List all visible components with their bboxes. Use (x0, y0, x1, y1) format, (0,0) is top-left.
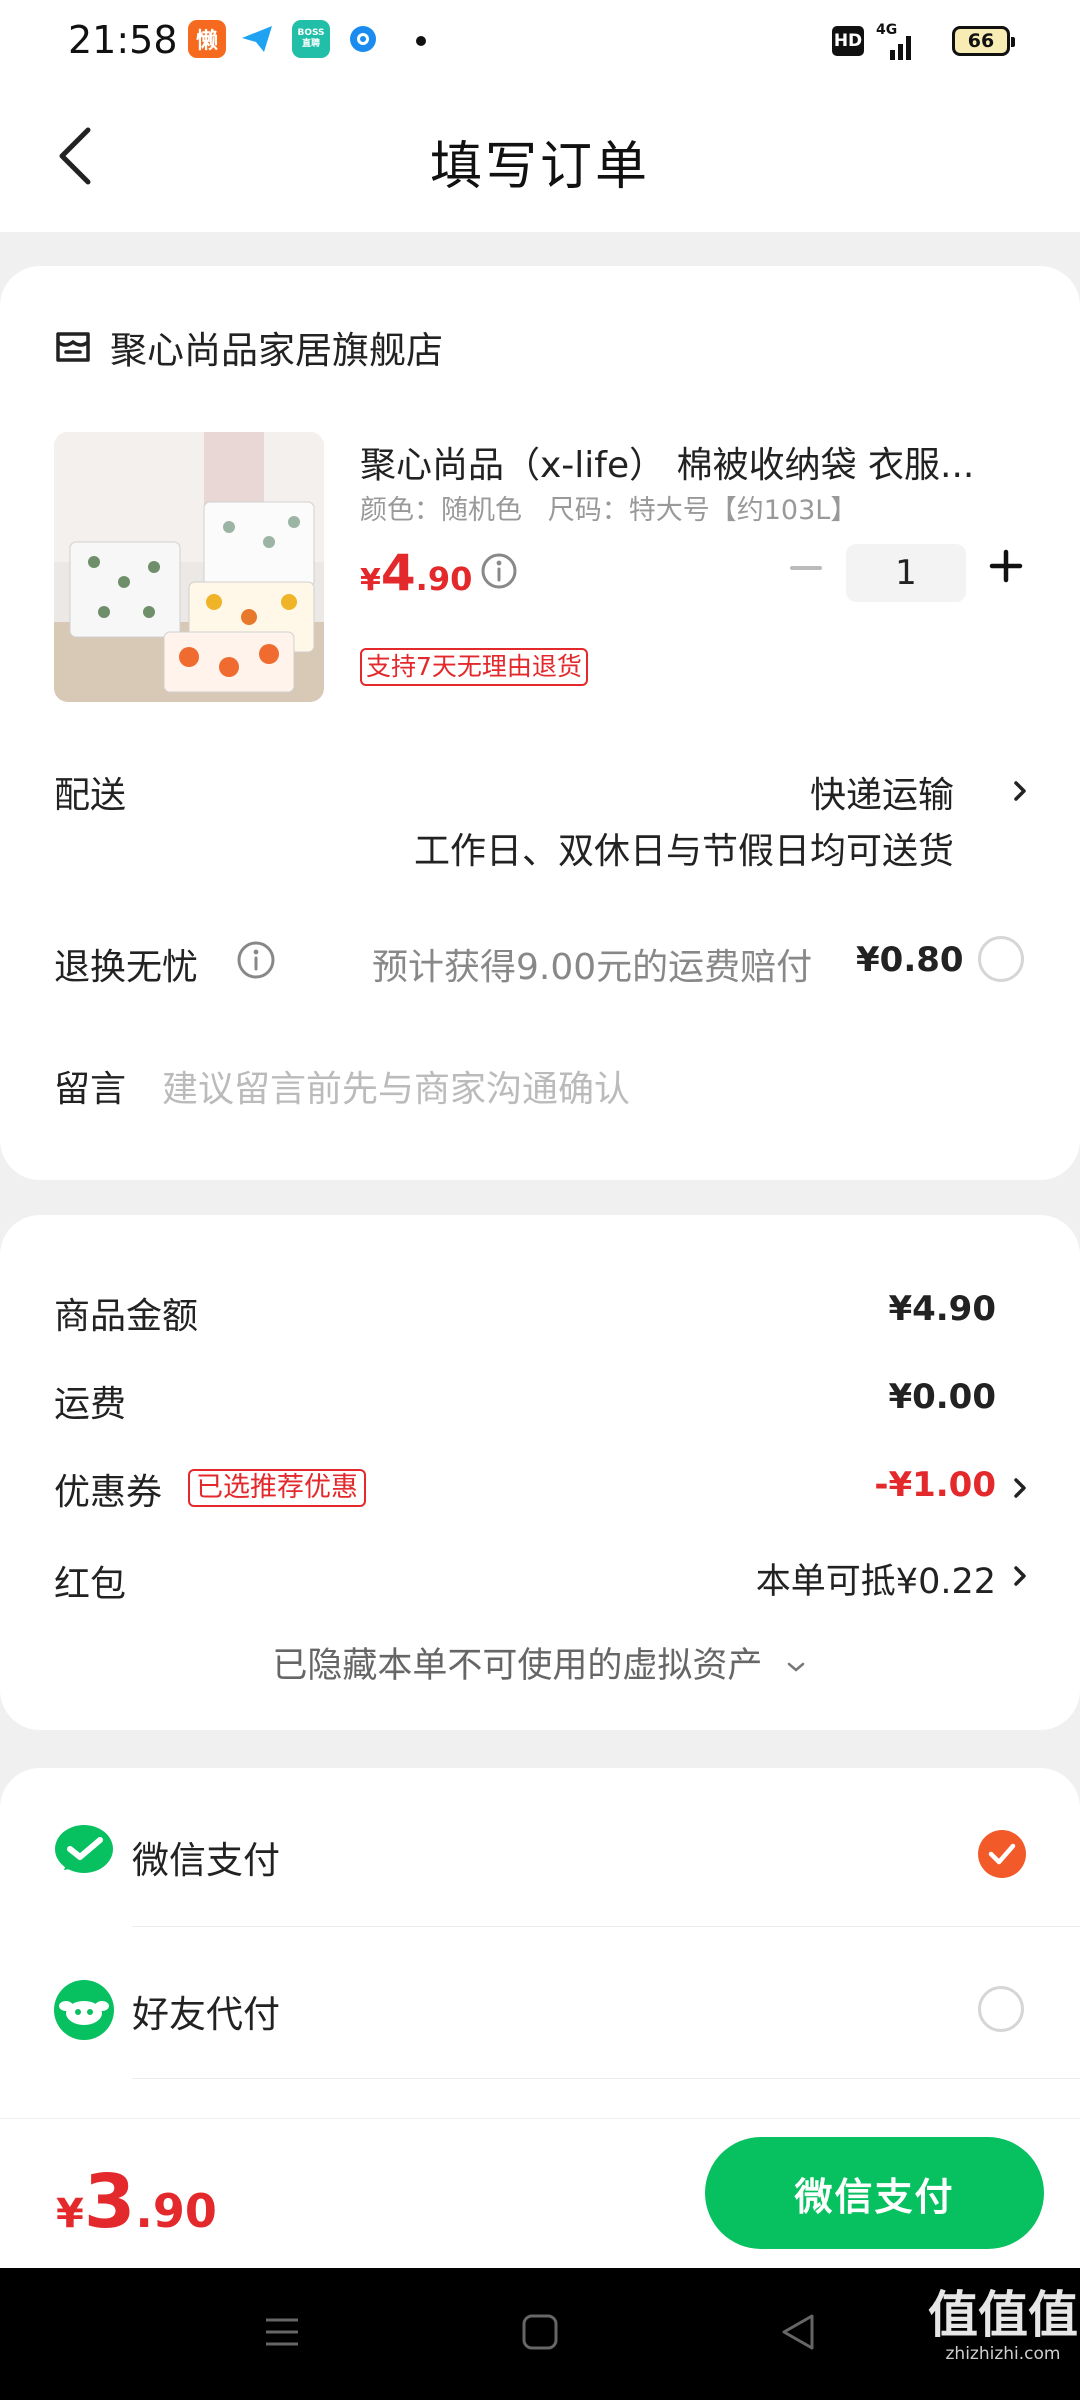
goods-amount-value: ¥4.90 (888, 1289, 996, 1329)
payment-option-label: 好友代付 (132, 1993, 280, 2036)
shipping-label: 运费 (54, 1384, 127, 1425)
shipping-value: ¥0.00 (888, 1377, 996, 1417)
more-notifications-dot (416, 36, 426, 46)
product-spec[interactable]: 颜色：随机色 尺码：特大号【约103L】 (360, 488, 857, 527)
hidden-assets-label: 已隐藏本单不可使用的虚拟资产 (272, 1646, 763, 1686)
worry-free-radio[interactable] (978, 936, 1024, 982)
product-image[interactable] (54, 432, 324, 702)
chevron-down-icon (787, 1662, 804, 1672)
menu-icon[interactable] (262, 2312, 302, 2352)
watermark-text: 值值值 (928, 2286, 1078, 2344)
store-icon (54, 326, 92, 364)
back-nav-icon[interactable] (778, 2312, 818, 2352)
friend-pay-icon (54, 1980, 114, 2040)
price-integer: 4 (380, 544, 416, 602)
checkout-bar: ¥3.90 微信支付 (0, 2118, 1080, 2268)
order-item-card: 聚心尚品家居旗舰店 聚心尚品（x-life） 棉被收纳袋 衣服... 颜色：随机… (0, 266, 1080, 1180)
product-title[interactable]: 聚心尚品（x-life） 棉被收纳袋 衣服... (360, 436, 1010, 488)
paper-plane-icon (238, 20, 276, 58)
total-integer: 3 (83, 2159, 136, 2245)
price-decimal: .90 (415, 560, 473, 598)
selected-check-icon[interactable] (978, 1830, 1026, 1878)
lazy-app-icon: 懒 (188, 20, 226, 58)
page-title: 填写订单 (429, 137, 650, 197)
worry-free-label: 退换无忧 (54, 947, 199, 988)
battery-icon: 66 (952, 26, 1015, 56)
price-summary-card: 商品金额 ¥4.90 运费 ¥0.00 优惠券 已选推荐优惠 -¥1.00 红包… (0, 1215, 1080, 1730)
circle-app-icon (344, 20, 382, 58)
minus-icon (790, 566, 822, 570)
quantity-field[interactable]: 1 (846, 544, 966, 602)
delivery-method[interactable]: 快递运输 (810, 766, 954, 818)
clock: 21:58 (68, 18, 178, 62)
info-icon[interactable] (480, 552, 518, 590)
red-packet-value[interactable]: 本单可抵¥0.22 (756, 1553, 996, 1604)
price-symbol: ¥ (360, 563, 381, 598)
status-bar: 21:58 懒 BOSS 直聘 HD 4G 66 (0, 0, 1080, 82)
worry-free-desc: 预计获得9.00元的运费赔付 (372, 947, 813, 988)
wechat-pay-button[interactable]: 微信支付 (705, 2137, 1044, 2249)
plus-icon (989, 549, 1023, 583)
home-icon[interactable] (520, 2312, 560, 2352)
delivery-label: 配送 (54, 775, 127, 816)
divider (132, 1926, 1080, 1927)
total-symbol: ¥ (56, 2191, 84, 2237)
system-nav-bar: 值值值 zhizhizhi.com (0, 2268, 1080, 2400)
return-policy-badge: 支持7天无理由退货 (360, 648, 588, 686)
chevron-right-icon[interactable] (1010, 1473, 1030, 1503)
hidden-assets-toggle[interactable]: 已隐藏本单不可使用的虚拟资产 (0, 1637, 1080, 1688)
message-label: 留言 (54, 1069, 127, 1110)
payment-option-wechat[interactable]: 微信支付 (0, 1768, 1080, 1916)
message-input[interactable]: 建议留言前先与商家沟通确认 (162, 1060, 630, 1112)
product-price: ¥4.90 (360, 544, 472, 602)
boss-app-icon: BOSS 直聘 (292, 20, 330, 58)
decrease-button[interactable] (786, 548, 826, 588)
boss-app-label: BOSS (297, 28, 325, 38)
goods-amount-label: 商品金额 (54, 1296, 199, 1337)
hd-icon: HD (832, 26, 864, 56)
watermark-url: zhizhizhi.com (945, 2344, 1061, 2364)
worry-free-price: ¥0.80 (856, 940, 964, 980)
divider (132, 2078, 1080, 2079)
store-name[interactable]: 聚心尚品家居旗舰店 (110, 320, 443, 374)
coupon-value[interactable]: -¥1.00 (874, 1465, 996, 1505)
payment-option-label: 微信支付 (132, 1839, 280, 1882)
watermark: 值值值 zhizhizhi.com (928, 2286, 1078, 2364)
increase-button[interactable] (986, 546, 1026, 586)
friend-pay-radio[interactable] (978, 1986, 1024, 2032)
total-decimal: .90 (135, 2184, 217, 2238)
coupon-badge: 已选推荐优惠 (188, 1469, 366, 1507)
delivery-note: 工作日、双休日与节假日均可送货 (413, 831, 954, 872)
battery-level: 66 (967, 30, 995, 52)
chevron-right-icon[interactable] (1010, 776, 1030, 806)
info-icon[interactable] (236, 940, 276, 980)
payment-option-friend[interactable]: 好友代付 (0, 1928, 1080, 2078)
network-indicator: 4G (876, 22, 911, 60)
red-packet-label: 红包 (54, 1564, 127, 1605)
coupon-label: 优惠券 (54, 1472, 163, 1513)
chevron-right-icon[interactable] (1010, 1561, 1030, 1591)
header: 填写订单 (0, 82, 1080, 232)
order-total: ¥3.90 (56, 2159, 217, 2245)
wechat-pay-icon (54, 1824, 114, 1878)
